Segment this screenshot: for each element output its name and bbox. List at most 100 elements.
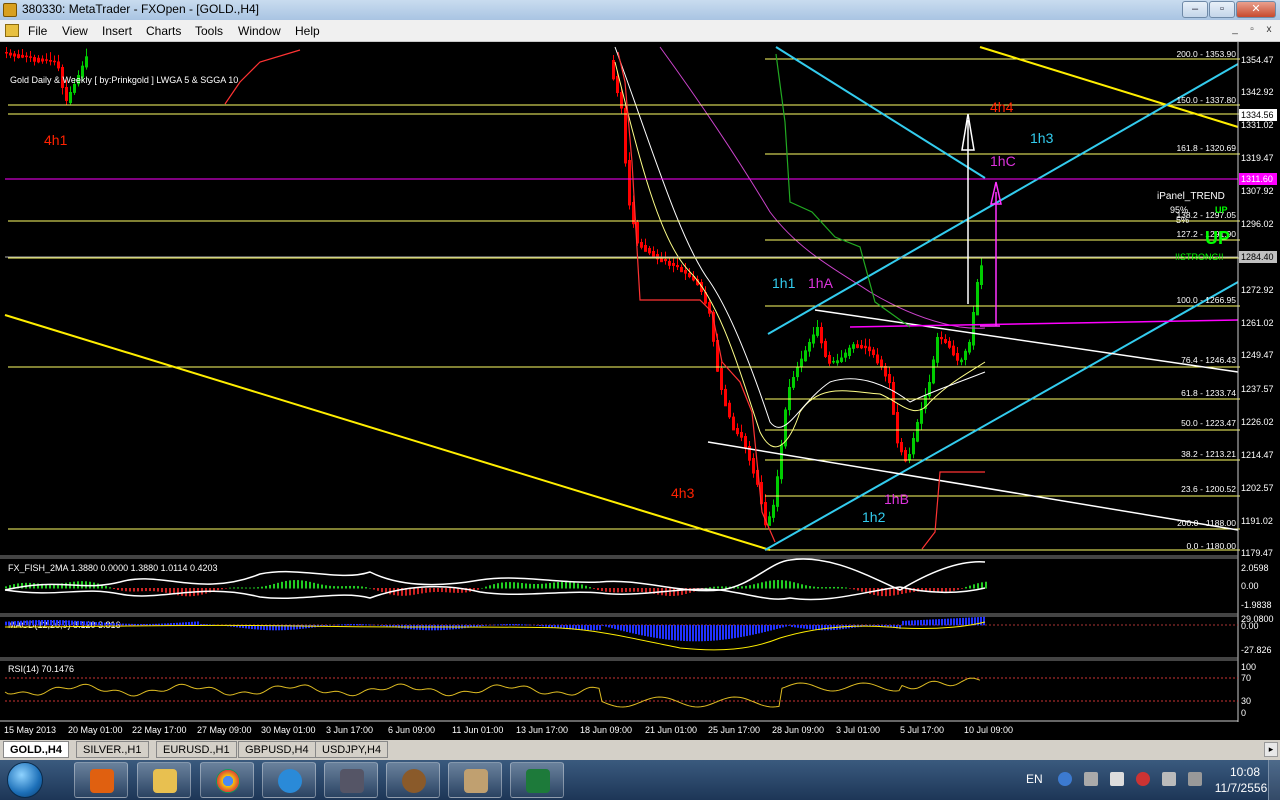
macd-bar bbox=[779, 625, 781, 629]
macd-bar bbox=[341, 624, 343, 626]
fisher-bar bbox=[793, 582, 795, 589]
fisher-bar bbox=[145, 588, 147, 592]
power-icon[interactable] bbox=[1188, 772, 1202, 786]
macd-bar bbox=[524, 624, 526, 626]
fisher-bar bbox=[373, 588, 375, 590]
help-icon[interactable] bbox=[1058, 772, 1072, 786]
red-stepline bbox=[617, 51, 776, 543]
metatrader-app-icon[interactable] bbox=[3, 3, 17, 17]
candle-body bbox=[952, 345, 955, 356]
menu-insert[interactable]: Insert bbox=[102, 24, 132, 38]
menu-tools[interactable]: Tools bbox=[195, 24, 223, 38]
macd-bar bbox=[635, 625, 637, 635]
fisher-bar bbox=[269, 584, 271, 589]
tab-usdjpy-h4[interactable]: USDJPY,H4 bbox=[315, 741, 389, 758]
fib-label-150: 150.0 - 1337.80 bbox=[1176, 95, 1236, 105]
wave-label-1h1: 1h1 bbox=[772, 275, 796, 291]
macd-bar bbox=[911, 620, 913, 626]
macd-bar bbox=[344, 624, 346, 626]
mdi-close-button[interactable]: x bbox=[1262, 23, 1276, 37]
macd-bar bbox=[815, 625, 817, 630]
macd-bar bbox=[647, 625, 649, 637]
macd-bar bbox=[788, 625, 790, 626]
fisher-bar bbox=[821, 587, 823, 589]
macd-bar bbox=[953, 618, 955, 626]
menu-window[interactable]: Window bbox=[238, 24, 281, 38]
price-tick: 1237.57 bbox=[1241, 384, 1274, 394]
wave-label-1h3: 1h3 bbox=[1030, 130, 1054, 146]
macd-bar bbox=[656, 625, 658, 639]
fib-label-50: 50.0 - 1223.47 bbox=[1181, 418, 1236, 428]
action-center-flag-icon[interactable] bbox=[1110, 772, 1124, 786]
taskbar-metatrader[interactable] bbox=[324, 762, 378, 798]
taskbar-media-player[interactable] bbox=[74, 762, 128, 798]
macd-bar bbox=[434, 625, 436, 631]
macd-bar bbox=[113, 623, 115, 626]
candle-body bbox=[828, 355, 831, 364]
show-desktop-button[interactable] bbox=[1268, 760, 1280, 800]
mdi-restore-button[interactable]: ▫ bbox=[1245, 23, 1259, 37]
show-hidden-icons-icon[interactable] bbox=[1084, 772, 1098, 786]
start-button[interactable] bbox=[7, 762, 43, 798]
taskbar-excel[interactable] bbox=[510, 762, 564, 798]
menu-view[interactable]: View bbox=[62, 24, 88, 38]
candle-body bbox=[37, 57, 40, 63]
price-tag-white: 1334.56 bbox=[1241, 110, 1274, 120]
tab-eurusd-h1[interactable]: EURUSD.,H1 bbox=[156, 741, 237, 758]
taskbar-chrome[interactable] bbox=[200, 762, 254, 798]
macd-bar bbox=[50, 620, 52, 626]
fisher-bar bbox=[709, 587, 711, 589]
menu-help[interactable]: Help bbox=[295, 24, 320, 38]
candle-body bbox=[744, 436, 747, 449]
wave-label-4h4: 4h4 bbox=[990, 99, 1014, 115]
tab-gold-h4[interactable]: GOLD.,H4 bbox=[3, 741, 69, 758]
macd-bar bbox=[983, 616, 985, 626]
chart-window[interactable]: Gold Daily & Weekly [ by:Prinkgold ] LWG… bbox=[0, 42, 1280, 740]
candle-body bbox=[21, 54, 24, 58]
app-icon bbox=[402, 769, 426, 793]
fisher-bar bbox=[229, 587, 231, 589]
maximize-button[interactable]: ▫ bbox=[1209, 1, 1235, 18]
fib-label-76: 76.4 - 1246.43 bbox=[1181, 355, 1236, 365]
fisher-bar bbox=[257, 587, 259, 589]
network-icon[interactable] bbox=[1136, 772, 1150, 786]
fisher-bar bbox=[981, 582, 983, 589]
fisher-bar bbox=[573, 582, 575, 589]
minimize-button[interactable]: – bbox=[1182, 1, 1208, 18]
macd-bar bbox=[77, 620, 79, 626]
ipanel-pct-up: 95% bbox=[1170, 205, 1188, 215]
language-indicator[interactable]: EN bbox=[1026, 772, 1043, 786]
candle-body bbox=[956, 353, 959, 361]
tab-scroll-button[interactable]: ▸ bbox=[1264, 742, 1278, 757]
candle-body bbox=[912, 438, 915, 455]
macd-bar bbox=[167, 623, 169, 626]
tab-gbpusd-h4[interactable]: GBPUSD,H4 bbox=[238, 741, 316, 758]
taskbar-explorer[interactable] bbox=[137, 762, 191, 798]
mdi-minimize-button[interactable]: _ bbox=[1228, 23, 1242, 37]
rsi-tick: 100 bbox=[1241, 662, 1256, 672]
macd-bar bbox=[47, 620, 49, 626]
menu-charts[interactable]: Charts bbox=[146, 24, 181, 38]
macd-bar bbox=[65, 620, 67, 626]
candle-body bbox=[768, 516, 771, 526]
taskbar-paint[interactable] bbox=[448, 762, 502, 798]
candle-body bbox=[69, 92, 72, 104]
macd-bar bbox=[773, 625, 775, 630]
fisher-bar bbox=[837, 586, 839, 589]
candle-body bbox=[616, 76, 619, 94]
macd-bar bbox=[521, 624, 523, 626]
chart-document-icon[interactable] bbox=[5, 24, 19, 37]
macd-bar bbox=[377, 625, 379, 626]
taskbar-internet-explorer[interactable] bbox=[262, 762, 316, 798]
menu-file[interactable]: File bbox=[28, 24, 47, 38]
chart-tab-bar: GOLD.,H4 SILVER.,H1 EURUSD.,H1 GBPUSD,H4… bbox=[0, 740, 1280, 760]
close-button[interactable]: ✕ bbox=[1236, 1, 1276, 18]
fisher-bar bbox=[129, 588, 131, 592]
clock-time[interactable]: 10:08 bbox=[1220, 765, 1270, 779]
clock-date[interactable]: 11/7/2556 bbox=[1208, 781, 1274, 795]
tab-silver-h1[interactable]: SILVER.,H1 bbox=[76, 741, 149, 758]
taskbar-app-6[interactable] bbox=[386, 762, 440, 798]
macd-bar bbox=[509, 624, 511, 626]
fisher-bar bbox=[593, 588, 595, 589]
volume-icon[interactable] bbox=[1162, 772, 1176, 786]
